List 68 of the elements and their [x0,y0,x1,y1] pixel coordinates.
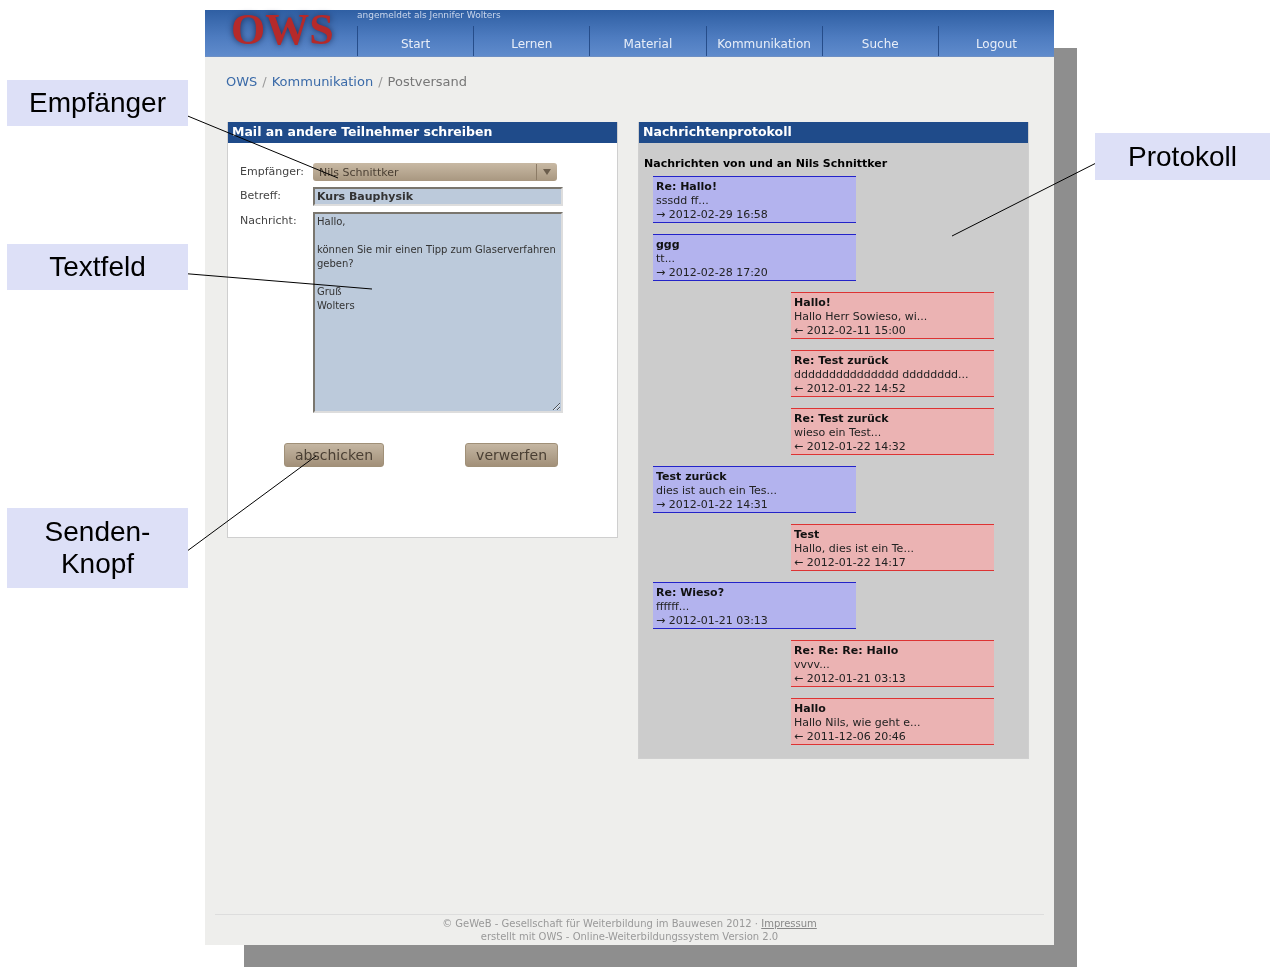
login-note: angemeldet als Jennifer Wolters [357,10,501,20]
message-date: ← 2012-01-22 14:32 [794,440,906,454]
message-preview: vvvv... [794,658,830,672]
field-label: Nachricht: [240,213,298,229]
breadcrumb-separator: / [378,74,383,91]
received-message[interactable]: Re: Test zurück wieso ein Test... ← 2012-01-22 14:32 [791,408,994,455]
discard-button[interactable]: verwerfen [465,443,558,467]
message-date: → 2012-02-28 17:20 [656,266,768,280]
panel-title: Nachrichtenprotokoll [639,122,1028,143]
sent-message[interactable]: Re: Hallo! sssdd ff... → 2012-02-29 16:58 [653,176,856,223]
message-date: → 2012-01-22 14:31 [656,498,768,512]
message-date: → 2012-02-29 16:58 [656,208,768,222]
caret-icon [543,168,551,176]
message-field[interactable]: Hallo, können Sie mir einen Tipp zum Glaserverfahren geben? Gruß Wolters [313,212,563,413]
message-preview: ffffff... [656,600,690,614]
message-subject: Hallo [794,702,826,716]
message-subject: Re: Test zurück [794,354,889,368]
nav-tab[interactable]: Material [589,26,706,56]
message-preview: Hallo, dies ist ein Te... [794,542,914,556]
field-label: Empfänger: [240,164,306,180]
message-preview: Hallo Nils, wie geht e... [794,716,921,730]
message-date: ← 2012-01-21 03:13 [794,672,906,686]
callout-label: Empfänger [7,80,188,126]
received-message[interactable]: Re: Re: Re: Hallo vvvv... ← 2012-01-21 03:13 [791,640,994,687]
message-preview: tt... [656,252,676,266]
message-date: ← 2011-12-06 20:46 [794,730,906,744]
message-preview: ddddddddddddddd dddddddd... [794,368,969,382]
message-date: ← 2012-01-22 14:17 [794,556,906,570]
sent-message[interactable]: Test zurück dies ist auch ein Tes... → 2012-01-22 14:31 [653,466,856,513]
received-message[interactable]: Test Hallo, dies ist ein Te... ← 2012-01-22 14:17 [791,524,994,571]
message-subject: Test [794,528,820,542]
callout-label: Protokoll [1095,133,1270,180]
message-subject: Re: Re: Re: Hallo [794,644,899,658]
callout-label: Senden-Knopf [7,508,188,588]
message-subject: Hallo! [794,296,831,310]
received-message[interactable]: Hallo Hallo Nils, wie geht e... ← 2011-12-06 20:46 [791,698,994,745]
message-subject: Test zurück [656,470,727,484]
field-label: Betreff: [240,188,282,204]
breadcrumb-separator: / [262,74,267,91]
panel-title: Mail an andere Teilnehmer schreiben [228,122,617,143]
log-subtitle: Nachrichten von und an Nils Schnittker [643,156,889,172]
logo: OWS [230,10,335,56]
callout-label: Textfeld [7,244,188,290]
breadcrumb-link[interactable]: OWS [226,74,258,122]
breadcrumb-link[interactable]: Kommunikation [271,74,374,122]
message-date: ← 2012-02-11 15:00 [794,324,906,338]
sent-message[interactable]: ggg tt... → 2012-02-28 17:20 [653,234,856,281]
message-date: ← 2012-01-22 14:52 [794,382,906,396]
footer-text: erstellt mit OWS - Online-Weiterbildungssystem Version 2.0 [480,930,779,943]
send-button[interactable]: abschicken [284,443,384,467]
message-subject: Re: Wieso? [656,586,724,600]
recipient-select[interactable]: Nils Schnittker [313,163,557,181]
message-preview: wieso ein Test... [794,426,882,440]
message-preview: sssdd ff... [656,194,709,208]
message-subject: ggg [656,238,680,252]
subject-field[interactable]: Kurs Bauphysik [313,187,563,206]
nav-tab[interactable]: Kommunikation [705,26,822,56]
received-message[interactable]: Hallo! Hallo Herr Sowieso, wi... ← 2012-02-11 15:00 [791,292,994,339]
breadcrumb-text: Postversand [387,74,467,91]
nav-tab[interactable]: Start [357,26,474,56]
sent-message[interactable]: Re: Wieso? ffffff... → 2012-01-21 03:13 [653,582,856,629]
message-preview: dies ist auch ein Tes... [656,484,777,498]
message-date: → 2012-01-21 03:13 [656,614,768,628]
received-message[interactable]: Re: Test zurück ddddddddddddddd dddddddd... ← 2012-01-22 14:52 [791,350,994,397]
message-subject: Re: Test zurück [794,412,889,426]
message-preview: Hallo Herr Sowieso, wi... [794,310,928,324]
footer-text: © GeWeB - Gesellschaft für Weiterbildung im Bauwesen 2012 · [442,918,759,929]
message-subject: Re: Hallo! [656,180,717,194]
